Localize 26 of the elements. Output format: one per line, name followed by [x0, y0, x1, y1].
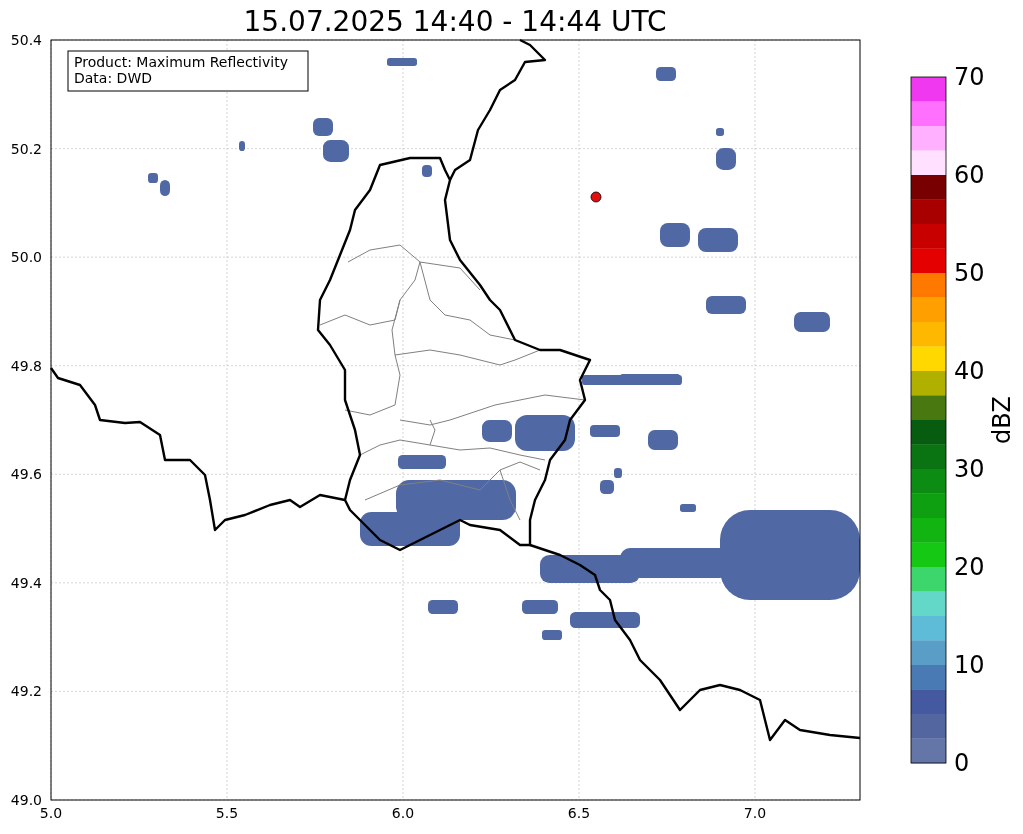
x-tick-label: 6.5 [567, 805, 591, 821]
chart-title: 15.07.2025 14:40 - 14:44 UTC [243, 5, 667, 38]
colorbar-tick-label: 60 [954, 161, 985, 189]
x-tick-label: 7.0 [743, 805, 767, 821]
x-tick-label: 6.0 [391, 805, 415, 821]
colorbar-tick-label: 0 [954, 749, 970, 777]
y-tick-label: 49.2 [10, 683, 42, 700]
colorbar-label: dBZ [988, 395, 1016, 445]
colorbar-tick-label: 50 [954, 259, 985, 287]
y-tick-label: 49.6 [10, 466, 42, 483]
info-text: Data: DWD [74, 70, 152, 86]
location-marker [590, 191, 602, 203]
y-tick-label: 50.0 [10, 249, 42, 266]
colorbar-tick-label: 10 [954, 651, 985, 679]
y-tick-label: 49.8 [10, 357, 42, 374]
colorbar-tick-label: 70 [954, 63, 985, 91]
y-tick-label: 49.4 [10, 574, 42, 591]
x-tick-label: 5.0 [39, 805, 63, 821]
colorbar-tick-label: 20 [954, 553, 985, 581]
colorbar-tick-label: 40 [954, 357, 985, 385]
info-text: Product: Maximum Reflectivity [74, 54, 288, 70]
y-tick-label: 50.2 [10, 140, 42, 157]
y-tick-label: 50.4 [10, 32, 42, 48]
x-tick-label: 5.5 [215, 805, 239, 821]
y-tick-label: 49.0 [10, 792, 42, 808]
colorbar-tick-label: 30 [954, 455, 985, 483]
